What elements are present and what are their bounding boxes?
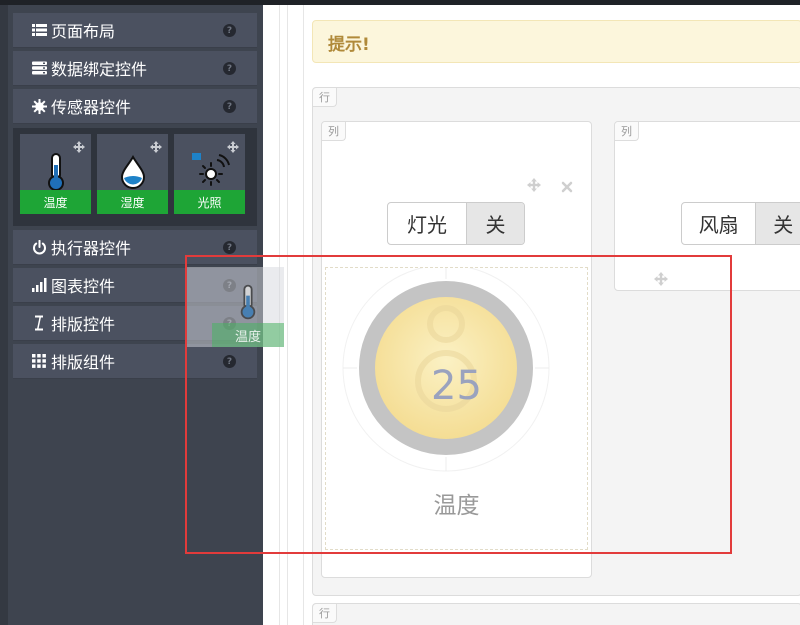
- help-icon[interactable]: ?: [223, 100, 236, 113]
- sensor-card-temperature[interactable]: 温度: [20, 134, 91, 214]
- grid-icon: [31, 353, 47, 369]
- row-tag: 行: [313, 88, 337, 107]
- layout-row-second[interactable]: 行: [312, 603, 800, 625]
- database-icon: [31, 60, 47, 76]
- text-cursor-icon: [31, 315, 47, 331]
- sidebar-item-data-binding[interactable]: 数据绑定控件 ?: [13, 51, 257, 86]
- power-icon: [31, 239, 47, 255]
- fan-switch-label: 风扇: [698, 213, 739, 237]
- column-tag: 列: [615, 122, 639, 141]
- sensor-card-label: 光照: [174, 190, 245, 214]
- top-bar: [0, 0, 800, 5]
- light-switch-label: 灯光: [407, 213, 447, 237]
- gear-icon: [31, 98, 47, 114]
- help-icon[interactable]: ?: [223, 62, 236, 75]
- list-icon: [31, 22, 47, 38]
- tip-banner: 提示!: [312, 20, 800, 63]
- column-tag: 列: [322, 122, 346, 141]
- bar-chart-icon: [31, 277, 47, 293]
- sidebar-edge: [0, 0, 8, 625]
- help-icon[interactable]: ?: [223, 241, 236, 254]
- sidebar-item-sensors[interactable]: 传感器控件 ?: [13, 89, 257, 124]
- drop-highlight: [185, 255, 732, 554]
- sensor-card-light[interactable]: 光照: [174, 134, 245, 214]
- sidebar-item-page-layout[interactable]: 页面布局 ?: [13, 13, 257, 48]
- droplet-icon: [120, 155, 145, 189]
- move-icon[interactable]: [527, 177, 541, 196]
- sensor-panel: 温度 湿度 光照: [13, 128, 257, 226]
- thermometer-icon: [47, 153, 64, 191]
- light-sensor-icon: [191, 153, 230, 186]
- close-icon[interactable]: [561, 178, 573, 197]
- sensor-card-label: 温度: [20, 190, 91, 214]
- row-tag: 行: [313, 604, 337, 623]
- sensor-card-label: 湿度: [97, 190, 168, 214]
- sensor-card-humidity[interactable]: 湿度: [97, 134, 168, 214]
- help-icon[interactable]: ?: [223, 24, 236, 37]
- fan-switch-state[interactable]: 关: [755, 203, 800, 244]
- light-switch[interactable]: 灯光 关: [387, 202, 525, 245]
- light-switch-state[interactable]: 关: [466, 203, 524, 244]
- fan-switch[interactable]: 风扇 关: [681, 202, 800, 245]
